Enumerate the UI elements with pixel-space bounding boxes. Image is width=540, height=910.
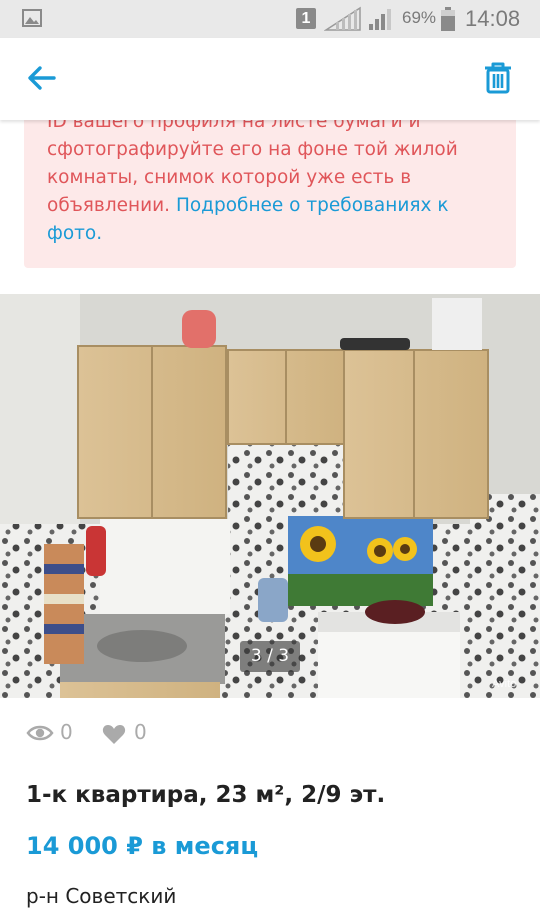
favorites-count: 0	[134, 720, 147, 744]
battery-icon	[441, 7, 455, 31]
sim-icon: 1	[296, 8, 316, 29]
views-count: 0	[60, 720, 73, 744]
app-bar	[0, 38, 540, 120]
warning-text: ID вашего профиля на листе бумаги и сфот…	[47, 108, 502, 248]
kitchen-photo-image: Avito	[0, 294, 540, 698]
photo-counter: 3 / 3	[240, 641, 300, 672]
listing-district: р-н Советский	[26, 884, 177, 908]
listing-photo[interactable]: Avito	[0, 294, 540, 698]
trash-icon[interactable]	[484, 62, 512, 94]
photo-watermark: Avito	[492, 678, 516, 690]
battery-percent: 69%	[402, 8, 437, 27]
image-icon	[22, 9, 42, 27]
signal-icon	[324, 6, 361, 31]
status-bar: 1 69% 14:08	[0, 0, 540, 38]
heart-icon	[102, 725, 126, 744]
signal-icon	[369, 9, 391, 30]
clock: 14:08	[465, 6, 521, 31]
listing-title: 1-к квартира, 23 м², 2/9 эт.	[26, 782, 386, 808]
arrow-left-icon[interactable]	[26, 64, 56, 92]
listing-price: 14 000 ₽ в месяц	[26, 832, 259, 860]
eye-icon	[26, 725, 54, 741]
